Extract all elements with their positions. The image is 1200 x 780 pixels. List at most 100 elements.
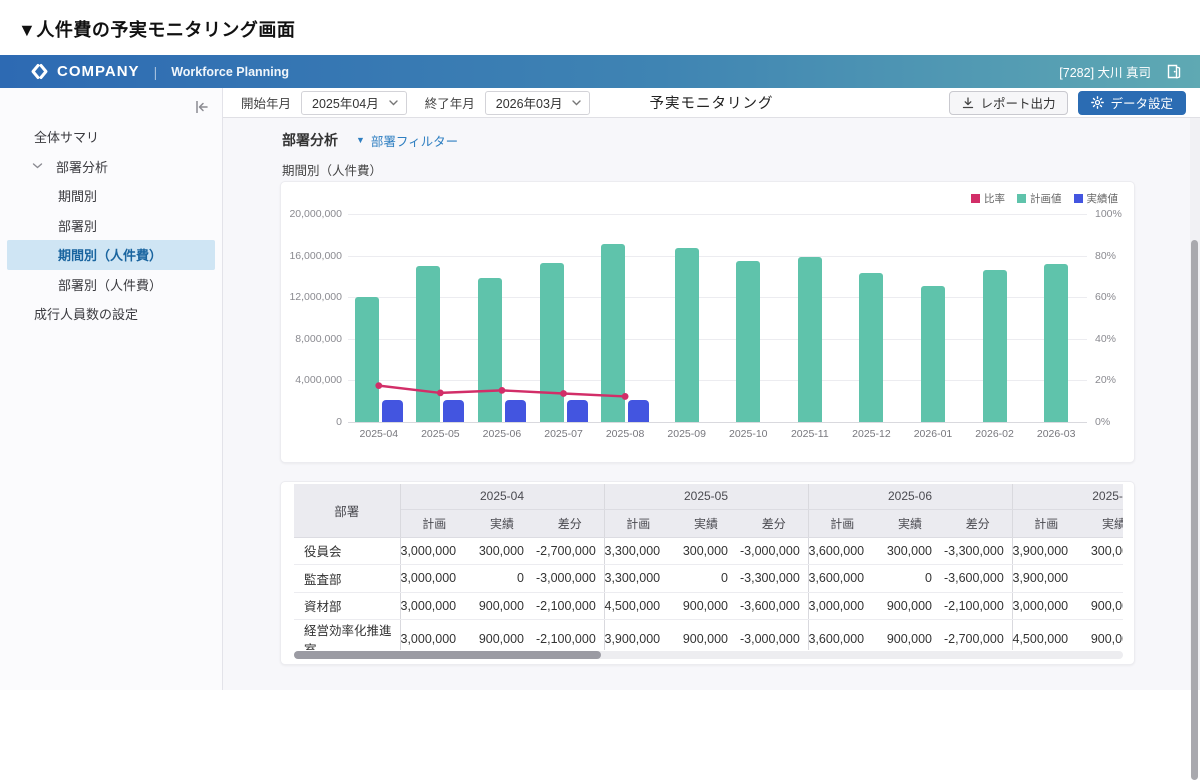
value-cell: -3,300,000 [944, 537, 1012, 565]
month-header: 2025-06 [808, 484, 1012, 509]
sidebar-item-label: 成行人員数の設定 [34, 304, 138, 323]
y-axis-left-tick: 8,000,000 [272, 333, 342, 345]
chevron-down-icon [572, 100, 581, 106]
legend-swatch [1074, 194, 1083, 203]
value-cell: 900,000 [468, 620, 536, 651]
value-cell: -2,700,000 [944, 620, 1012, 651]
sidebar-item-label: 部署別 [58, 216, 97, 235]
table-hscrollbar-thumb[interactable] [294, 651, 601, 659]
legend-swatch [971, 194, 980, 203]
sidebar-item-label: 部署分析 [56, 157, 108, 176]
department-table: 部署2025-042025-052025-062025-07計画実績差分計画実績… [294, 484, 1123, 650]
sidebar-nav: 全体サマリ部署分析期間別部署別期間別（人件費） 部署別（人件費） 成行人員数の設定 [0, 122, 222, 329]
legend-item: 比率 [971, 191, 1005, 206]
sub-header: 実績 [672, 509, 740, 537]
report-export-button[interactable]: レポート出力 [949, 91, 1068, 115]
toolbar: 開始年月 2025年04月 終了年月 2026年03月 予実モニタリング レポー… [223, 88, 1200, 118]
legend-label: 計画値 [1030, 191, 1062, 206]
value-cell: 4,500,000 [1012, 620, 1080, 651]
sidebar-item-1[interactable]: 部署分析 [0, 152, 222, 182]
sidebar: 全体サマリ部署分析期間別部署別期間別（人件費） 部署別（人件費） 成行人員数の設定 [0, 88, 223, 690]
value-cell: 3,300,000 [604, 565, 672, 593]
value-cell: 900,000 [1080, 620, 1123, 651]
ratio-point [622, 393, 629, 400]
ratio-point [560, 390, 567, 397]
ratio-point [437, 389, 444, 396]
sub-header: 計画 [808, 509, 876, 537]
main-content: 部署分析 ▼ 部署フィルター 期間別（人件費） 比率計画値実績値 00%4,00… [223, 118, 1200, 690]
dept-cell: 役員会 [294, 537, 400, 565]
start-month-select[interactable]: 2025年04月 [301, 91, 407, 115]
page-vscrollbar-track[interactable] [1190, 118, 1200, 690]
month-header: 2025-05 [604, 484, 808, 509]
table-row: 監査部3,000,0000-3,000,0003,300,0000-3,300,… [294, 565, 1123, 593]
sidebar-item-label: 期間別（人件費） [58, 245, 162, 264]
value-cell: 300,000 [672, 537, 740, 565]
value-cell: 3,900,000 [1012, 565, 1080, 593]
value-cell [1080, 565, 1123, 593]
x-axis-label: 2025-10 [717, 428, 779, 440]
caption-band: ▼人件費の予実モニタリング画面 [0, 0, 1200, 55]
sub-header: 差分 [536, 509, 604, 537]
y-axis-right-tick: 20% [1095, 374, 1139, 386]
value-cell: 3,000,000 [400, 592, 468, 620]
value-cell: 0 [672, 565, 740, 593]
sidebar-collapse-icon[interactable] [192, 98, 210, 116]
screen-title: 予実モニタリング [650, 92, 774, 113]
y-axis-right-tick: 0% [1095, 416, 1139, 428]
value-cell: 3,600,000 [808, 620, 876, 651]
chart-legend: 比率 計画値実績値 [971, 191, 1118, 206]
legend-item: 実績値 [1074, 191, 1119, 206]
legend-swatch [1017, 194, 1026, 203]
table-row: 資材部3,000,000900,000-2,100,0004,500,00090… [294, 592, 1123, 620]
sidebar-item-4[interactable]: 期間別（人件費） [7, 240, 215, 270]
chart-x-axis-labels: 2025-042025-052025-062025-072025-082025-… [348, 428, 1087, 440]
y-axis-right-tick: 80% [1095, 250, 1139, 262]
sidebar-item-2[interactable]: 期間別 [0, 181, 222, 211]
value-cell: 900,000 [1080, 592, 1123, 620]
value-cell: -2,100,000 [944, 592, 1012, 620]
start-month-label: 開始年月 [241, 93, 291, 112]
sidebar-item-6[interactable]: 成行人員数の設定 [0, 299, 222, 329]
chart-section-title: 期間別（人件費） [282, 160, 382, 179]
ratio-point [375, 382, 382, 389]
sidebar-item-3[interactable]: 部署別 [0, 211, 222, 241]
value-cell: 300,000 [1080, 537, 1123, 565]
y-axis-left-tick: 16,000,000 [272, 250, 342, 262]
data-settings-button[interactable]: データ設定 [1078, 91, 1186, 115]
sub-header: 計画 [1012, 509, 1080, 537]
value-cell: 3,000,000 [400, 620, 468, 651]
x-axis-label: 2025-06 [471, 428, 533, 440]
section-title: 部署分析 [282, 130, 338, 150]
value-cell: 3,900,000 [1012, 537, 1080, 565]
value-cell: -3,000,000 [740, 537, 808, 565]
data-settings-label: データ設定 [1110, 93, 1173, 112]
sidebar-item-label: 部署別（人件費） [58, 275, 162, 294]
table-hscrollbar-track[interactable] [294, 651, 1123, 659]
table-row: 経営効率化推進室3,000,000900,000-2,100,0003,900,… [294, 620, 1123, 651]
value-cell: -2,100,000 [536, 592, 604, 620]
value-cell: 3,000,000 [400, 565, 468, 593]
value-cell: -2,100,000 [536, 620, 604, 651]
value-cell: 4,500,000 [604, 592, 672, 620]
value-cell: 300,000 [468, 537, 536, 565]
end-month-select[interactable]: 2026年03月 [485, 91, 591, 115]
sidebar-item-5[interactable]: 部署別（人件費） [0, 270, 222, 300]
logout-door-icon[interactable] [1165, 63, 1182, 80]
dept-column-header: 部署 [294, 484, 400, 537]
sub-header: 計画 [400, 509, 468, 537]
table-card: 部署2025-042025-052025-062025-07計画実績差分計画実績… [280, 481, 1135, 665]
x-axis-label: 2025-04 [348, 428, 410, 440]
table-sub-header-row: 計画実績差分計画実績差分計画実績差分計画実績差分 [294, 509, 1123, 537]
page-vscrollbar-thumb[interactable] [1191, 240, 1198, 780]
department-filter-link[interactable]: ▼ 部署フィルター [356, 131, 458, 150]
y-axis-right-tick: 40% [1095, 333, 1139, 345]
sub-header: 実績 [1080, 509, 1123, 537]
value-cell: 900,000 [876, 620, 944, 651]
dept-cell: 監査部 [294, 565, 400, 593]
value-cell: 900,000 [672, 592, 740, 620]
user-name: [7282] 大川 真司 [1059, 62, 1151, 81]
sidebar-item-0[interactable]: 全体サマリ [0, 122, 222, 152]
value-cell: -3,000,000 [536, 565, 604, 593]
y-axis-right-tick: 60% [1095, 291, 1139, 303]
